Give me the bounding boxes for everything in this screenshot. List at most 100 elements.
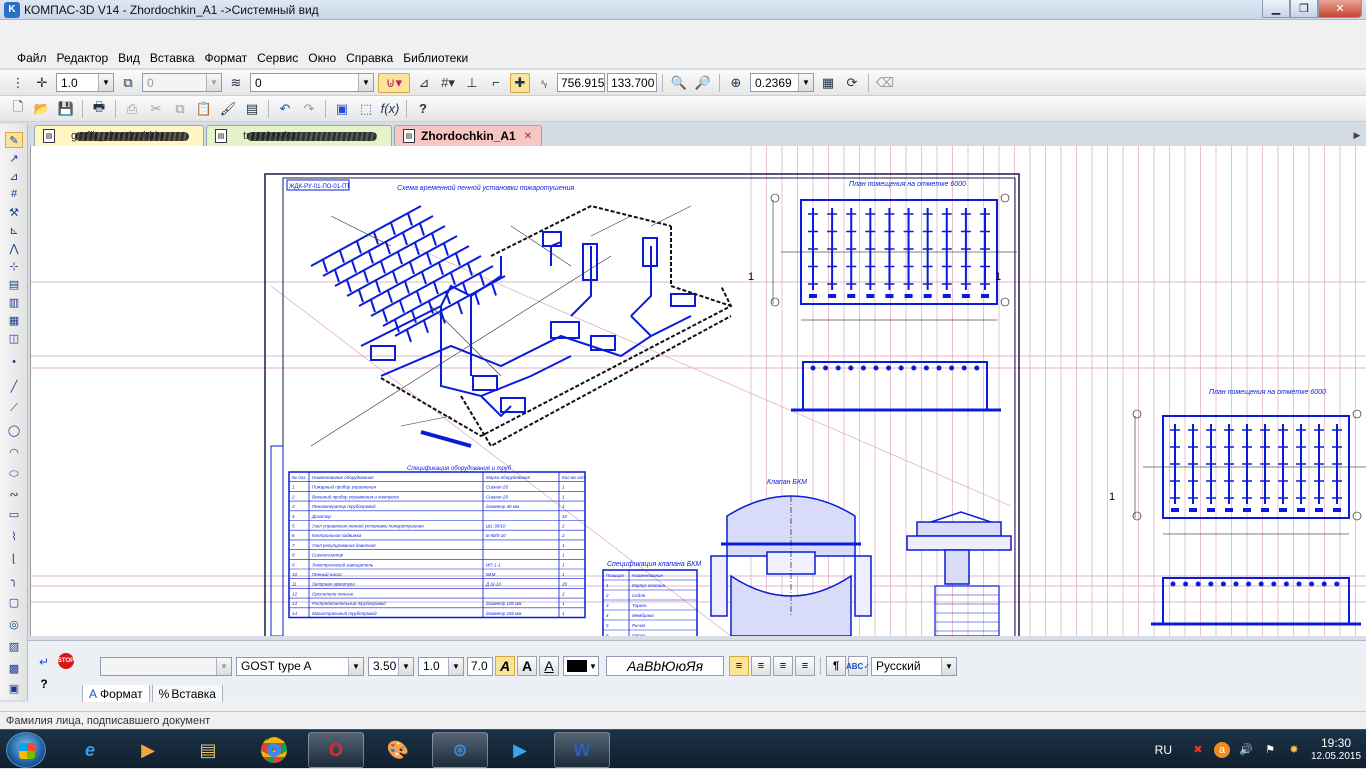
equidistant-tool-icon[interactable]: ◎	[5, 616, 23, 632]
hatch-tool-icon[interactable]: ▨	[5, 638, 23, 654]
drawing-canvas[interactable]: ЖДК-РУ-01-ПО-01-ПТ Схема временной пенно…	[30, 146, 1366, 636]
line-scale-combo[interactable]: 1.0 ▼	[56, 73, 114, 92]
manager-icon[interactable]: ▣	[332, 99, 352, 119]
layer-combo[interactable]: 0 ▼	[142, 73, 222, 92]
stop-icon[interactable]: STOP	[58, 653, 74, 669]
text-tool-icon[interactable]: ▣	[5, 680, 23, 696]
chrome-icon[interactable]	[246, 732, 302, 768]
start-button[interactable]	[6, 732, 46, 768]
opera-icon[interactable]: O	[308, 732, 364, 768]
zoom-combo[interactable]: 0.2369 ▼	[750, 73, 814, 92]
refresh-view-icon[interactable]: ▦	[818, 73, 838, 93]
menu-window[interactable]: Окно	[303, 51, 341, 65]
ortho-icon[interactable]: ⊿	[414, 73, 434, 93]
fill-tool-icon[interactable]: ▩	[5, 660, 23, 676]
geometry-panel-icon[interactable]: ✎	[5, 132, 23, 148]
notification-icon[interactable]: ✸	[1286, 742, 1302, 758]
arc-tool-icon[interactable]: ◠	[5, 444, 23, 460]
redo-icon[interactable]: ↷	[299, 99, 319, 119]
menu-service[interactable]: Сервис	[252, 51, 303, 65]
circle-tool-icon[interactable]: ◯	[5, 422, 23, 438]
tab-zhordochkin[interactable]: ▤ Zhordochkin_A1 ✕	[394, 125, 542, 146]
help-icon[interactable]: ?	[34, 675, 54, 693]
views-panel-icon[interactable]: ◫	[5, 330, 23, 346]
tables-panel-icon[interactable]: ▦	[5, 312, 23, 328]
align-right-button[interactable]: ≡	[773, 656, 793, 676]
open-folder-icon[interactable]: 📂	[32, 99, 52, 119]
edit-panel-icon[interactable]: #	[5, 186, 23, 202]
parametrization-panel-icon[interactable]: ⚒	[5, 204, 23, 220]
zoom-scale-icon[interactable]: ⊕	[726, 73, 746, 93]
video-player-icon[interactable]: ▶	[492, 732, 548, 768]
format-brush-icon[interactable]: 🖌	[218, 99, 238, 119]
snap-toggle-icon[interactable]: ✚	[510, 72, 530, 93]
menu-editor[interactable]: Редактор	[52, 51, 114, 65]
bound-tool-icon[interactable]: ▢	[5, 594, 23, 610]
function-icon[interactable]: f(x)	[380, 99, 400, 119]
reports-panel-icon[interactable]: ▤	[5, 276, 23, 292]
contour-tool-icon[interactable]: ⌇	[5, 528, 23, 544]
copy-icon[interactable]: ⧉	[170, 99, 190, 119]
tab-grafik[interactable]: ▤ grafik_zhordochkin	[34, 125, 204, 146]
paste-icon[interactable]: 📋	[194, 99, 214, 119]
menu-insert[interactable]: Вставка	[145, 51, 200, 65]
font-combo[interactable]: GOST type A ▼	[236, 656, 364, 676]
align-justify-button[interactable]: ≡	[795, 656, 815, 676]
redraw-icon[interactable]: ⟳	[842, 73, 862, 93]
enter-icon[interactable]: ↵	[34, 653, 54, 671]
tab-trassirovka[interactable]: ▤ trassirovka	[206, 125, 392, 146]
language-combo[interactable]: Русский ▼	[871, 656, 957, 676]
insert-panel-icon[interactable]: ▥	[5, 294, 23, 310]
layer-icon[interactable]: ⧉	[118, 73, 138, 93]
internet-explorer-icon[interactable]: e	[62, 732, 118, 768]
underline-button[interactable]: A	[539, 656, 559, 676]
tab-close-icon[interactable]: ✕	[524, 131, 532, 142]
variables-icon[interactable]: ⬚	[356, 99, 376, 119]
undo-icon[interactable]: ↶	[275, 99, 295, 119]
media-player-icon[interactable]: ▶	[120, 732, 176, 768]
spline-tool-icon[interactable]: ∾	[5, 486, 23, 502]
eraser-icon[interactable]: ⌫	[875, 73, 895, 93]
cut-icon[interactable]: ✂	[146, 99, 166, 119]
text-style-combo[interactable]: ▼	[100, 656, 232, 676]
chamfer-tool-icon[interactable]: ⌊	[5, 550, 23, 566]
zoom-window-icon[interactable]: 🔎	[693, 73, 713, 93]
step-field[interactable]: 7.0	[467, 656, 493, 676]
coord-x-field[interactable]: 756.9150	[557, 73, 605, 92]
style-layers-icon[interactable]: ≋	[226, 73, 246, 93]
clock[interactable]: 19:30 12.05.2015	[1306, 736, 1366, 764]
align-center-button[interactable]: ≡	[751, 656, 771, 676]
segment-tool-icon[interactable]: ⟋	[5, 400, 23, 416]
print-icon[interactable]: 🖶	[89, 99, 109, 119]
properties-icon[interactable]: ▤	[242, 99, 262, 119]
tab-format[interactable]: A Формат	[82, 685, 150, 703]
line-tool-icon[interactable]: ╱	[5, 378, 23, 394]
dimensions-panel-icon[interactable]: ↗	[5, 150, 23, 166]
select-panel-icon[interactable]: ⋀	[5, 240, 23, 256]
zoom-in-icon[interactable]: 🔍	[669, 73, 689, 93]
maximize-button[interactable]: ❐	[1290, 0, 1318, 18]
menu-file[interactable]: Файл	[12, 51, 52, 65]
paint-icon[interactable]: 🎨	[370, 732, 426, 768]
menu-help[interactable]: Справка	[341, 51, 398, 65]
print-preview-icon[interactable]: ⎙	[122, 99, 142, 119]
save-icon[interactable]: 💾	[56, 99, 76, 119]
grid-icon[interactable]: #▾	[438, 73, 458, 93]
context-help-icon[interactable]: ?	[413, 99, 433, 119]
paragraph-button[interactable]: ¶	[826, 656, 846, 676]
font-height-combo[interactable]: 3.50 ▼	[368, 656, 414, 676]
kompas-taskbar-icon[interactable]: ⊛	[432, 732, 488, 768]
italic-button[interactable]: A	[495, 656, 515, 676]
network-icon[interactable]: ✖	[1190, 742, 1206, 758]
narrowing-combo[interactable]: 1.0 ▼	[418, 656, 464, 676]
avast-icon[interactable]: a	[1214, 741, 1230, 758]
round-icon[interactable]: ⌐	[486, 73, 506, 93]
magnet-snap-icon[interactable]: ⊍▾	[378, 72, 410, 93]
align-left-button[interactable]: ≡	[729, 656, 749, 676]
menu-format[interactable]: Формат	[200, 51, 253, 65]
spec-panel-icon[interactable]: ⊹	[5, 258, 23, 274]
language-indicator[interactable]: RU	[1155, 743, 1172, 757]
menu-view[interactable]: Вид	[113, 51, 145, 65]
local-cs-icon[interactable]: ⊥	[462, 73, 482, 93]
word-icon[interactable]: W	[554, 732, 610, 768]
